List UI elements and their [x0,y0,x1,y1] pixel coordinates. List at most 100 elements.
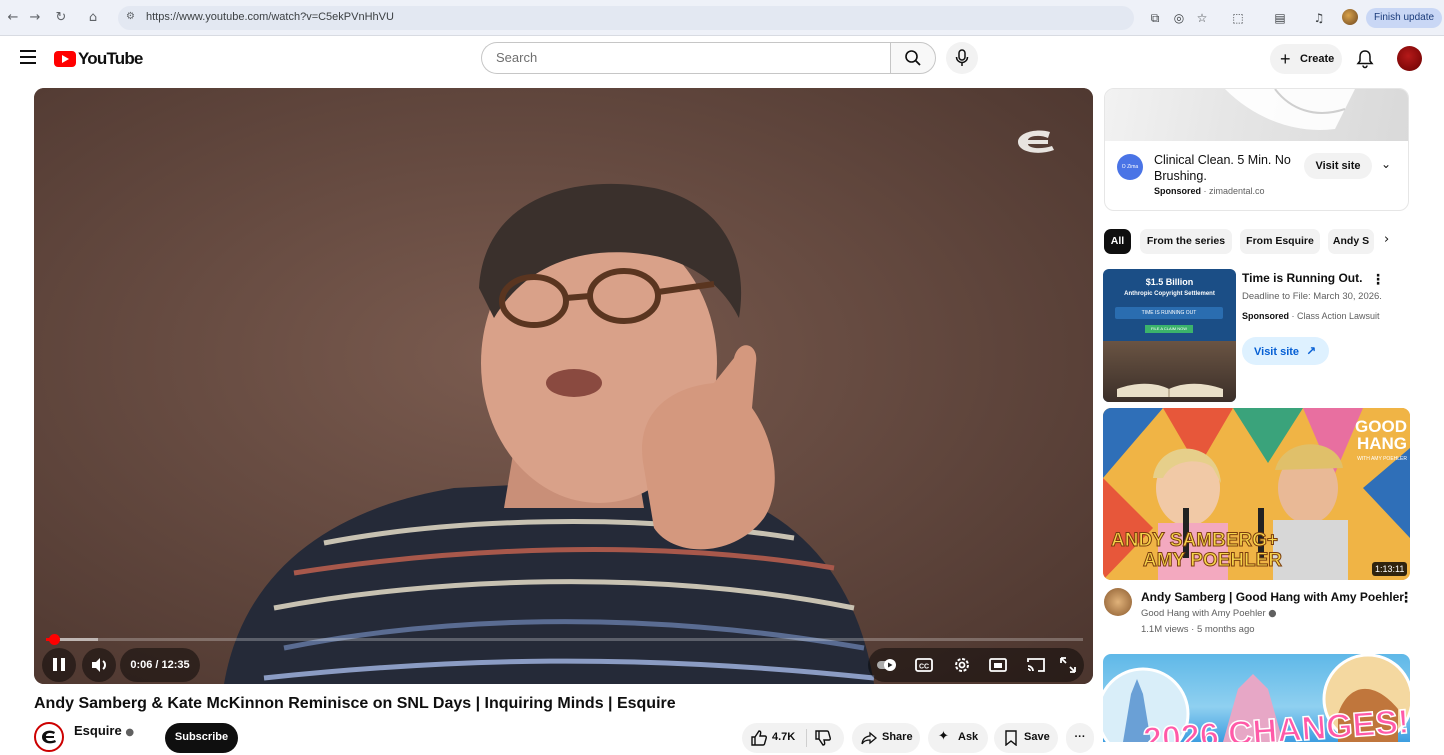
recommendation-title[interactable]: Andy Samberg | Good Hang with Amy Poehle… [1141,590,1404,604]
pause-icon [61,658,65,671]
esquire-logo-icon [42,730,56,744]
chevron-down-icon[interactable]: ⌄ [1381,157,1391,171]
voice-search-button[interactable] [946,42,978,74]
reload-icon[interactable]: ↻ [52,9,70,27]
ad-title[interactable]: Time is Running Out. [1242,271,1362,285]
home-icon[interactable]: ⌂ [84,9,102,27]
channel-name-text: Esquire [74,723,122,738]
search-icon [905,50,921,66]
ad-banner-image[interactable] [1105,89,1408,141]
install-icon[interactable]: ⧉ [1146,9,1164,27]
ad-visit-site-button[interactable]: Visit site ↗ [1242,337,1329,365]
recommendation-thumbnail[interactable]: 2026 CHANGES! [1103,654,1410,742]
forward-icon[interactable]: → [26,9,44,27]
chip-all[interactable]: All [1104,229,1131,254]
youtube-logo-text: YouTube [78,49,143,68]
player-right-controls: CC [868,648,1084,682]
save-icon [1005,730,1017,746]
recommendation-thumbnail[interactable]: GOOD HANG WITH AMY POEHLER ANDY SAMBERG+… [1103,408,1410,580]
verified-icon: ● [125,727,135,738]
ad-thumb-books-image [1103,341,1236,402]
site-info-icon[interactable]: ⚙ [126,11,135,22]
channel-avatar[interactable] [34,722,64,752]
recommendation-channel-name: Good Hang with Amy Poehler [1141,608,1266,619]
chevron-right-icon[interactable]: › [1384,232,1389,247]
video-player[interactable]: 0:06 / 12:35 CC [34,88,1093,684]
ask-label: Ask [958,731,979,743]
save-button[interactable]: Save [994,723,1058,753]
browser-profile-icon[interactable] [1342,9,1358,25]
ad-headline[interactable]: Clinical Clean. 5 Min. No Brushing. [1154,152,1304,184]
volume-button[interactable] [82,648,116,682]
recommendation-channel[interactable]: Good Hang with Amy Poehler ● [1141,608,1277,619]
chip-from-esquire[interactable]: From Esquire [1240,229,1320,254]
ad-more-menu-icon[interactable]: ⋮ [1371,272,1385,288]
ad-brand-logo[interactable]: O Zima [1117,154,1143,180]
share-label: Share [882,731,913,743]
video-duration-badge: 1:13:11 [1372,562,1408,576]
ad-thumbnail[interactable]: $1.5 Billion Anthropic Copyright Settlem… [1103,269,1236,402]
channel-name[interactable]: Esquire ● [74,723,134,738]
chip-andy-samberg[interactable]: Andy S [1328,229,1374,254]
search-button[interactable] [890,42,936,74]
thumb-show-title: GOOD HANG [1355,417,1407,453]
back-icon[interactable]: ← [4,9,22,27]
address-bar[interactable]: ⚙ https://www.youtube.com/watch?v=C5ekPV… [118,6,1134,30]
thumb-overlay-line1: ANDY SAMBERG+ [1111,530,1279,552]
thumb-show-subtitle: WITH AMY POEHLER [1357,456,1407,462]
user-avatar[interactable] [1397,46,1422,71]
reading-list-icon[interactable]: ▤ [1271,9,1289,27]
fullscreen-icon[interactable] [1058,655,1078,675]
sponsored-ad-card[interactable]: O Zima Clinical Clean. 5 Min. No Brushin… [1104,88,1409,211]
esquire-watermark-icon [1018,130,1054,153]
menu-icon[interactable] [20,50,36,64]
captions-icon[interactable]: CC [914,655,934,675]
bookmark-star-icon[interactable]: ☆ [1193,9,1211,27]
plus-icon: + [1280,49,1291,69]
settings-gear-icon[interactable] [952,655,972,675]
finish-update-button[interactable]: Finish update [1366,8,1443,28]
ask-button[interactable]: ✦ Ask [928,723,988,753]
more-icon: ··· [1074,731,1086,743]
chip-from-the-series[interactable]: From the series [1140,229,1232,254]
like-icon[interactable] [750,729,768,747]
share-icon [861,731,877,745]
share-button[interactable]: Share [852,723,920,753]
create-button[interactable]: + Create [1270,44,1342,74]
ad-thumb-line: Anthropic Copyright Settlement [1124,291,1215,297]
miniplayer-icon[interactable] [988,655,1008,675]
cast-icon[interactable] [1026,655,1046,675]
notifications-bell-icon[interactable] [1355,49,1375,69]
create-label: Create [1300,53,1335,65]
channel-avatar[interactable] [1104,588,1132,616]
search-input[interactable] [496,50,876,65]
progress-bar[interactable] [46,634,1083,645]
ad-domain: zimadental.co [1209,186,1265,196]
pause-button[interactable] [42,648,76,682]
media-icon[interactable]: ♫ [1310,9,1328,27]
extensions-icon[interactable]: ⬚ [1229,9,1247,27]
ad-thumb-cta: FILE A CLAIM NOW [1145,325,1193,333]
like-divider [806,729,807,747]
save-label: Save [1024,731,1050,743]
book-icon [1117,383,1223,397]
volume-icon [92,658,106,672]
video-frame [34,88,1093,684]
autoplay-toggle-icon[interactable] [876,655,896,675]
subscribe-button[interactable]: Subscribe [165,723,238,753]
like-count[interactable]: 4.7K [772,723,795,751]
more-actions-button[interactable]: ··· [1066,723,1094,753]
url-text[interactable]: https://www.youtube.com/watch?v=C5ekPVnH… [146,11,394,23]
external-link-icon: ↗ [1306,344,1317,358]
ad-thumb-badge: TIME IS RUNNING OUT [1115,307,1223,319]
search-box[interactable] [481,42,891,74]
time-display: 0:06 / 12:35 [120,648,200,682]
ad-meta: Sponsored · Class Action Lawsuit [1242,311,1380,321]
recommendation-more-menu-icon[interactable]: ⋮ [1399,590,1413,606]
ad-thumb-amount: $1.5 Billion [1145,277,1194,287]
dislike-icon[interactable] [814,729,832,747]
thumb-overlay-line2: AMY POEHLER [1142,550,1283,572]
ad-visit-site-button[interactable]: Visit site [1304,153,1372,179]
video-title: Andy Samberg & Kate McKinnon Reminisce o… [34,695,676,712]
tracking-icon[interactable]: ◎ [1170,9,1188,27]
